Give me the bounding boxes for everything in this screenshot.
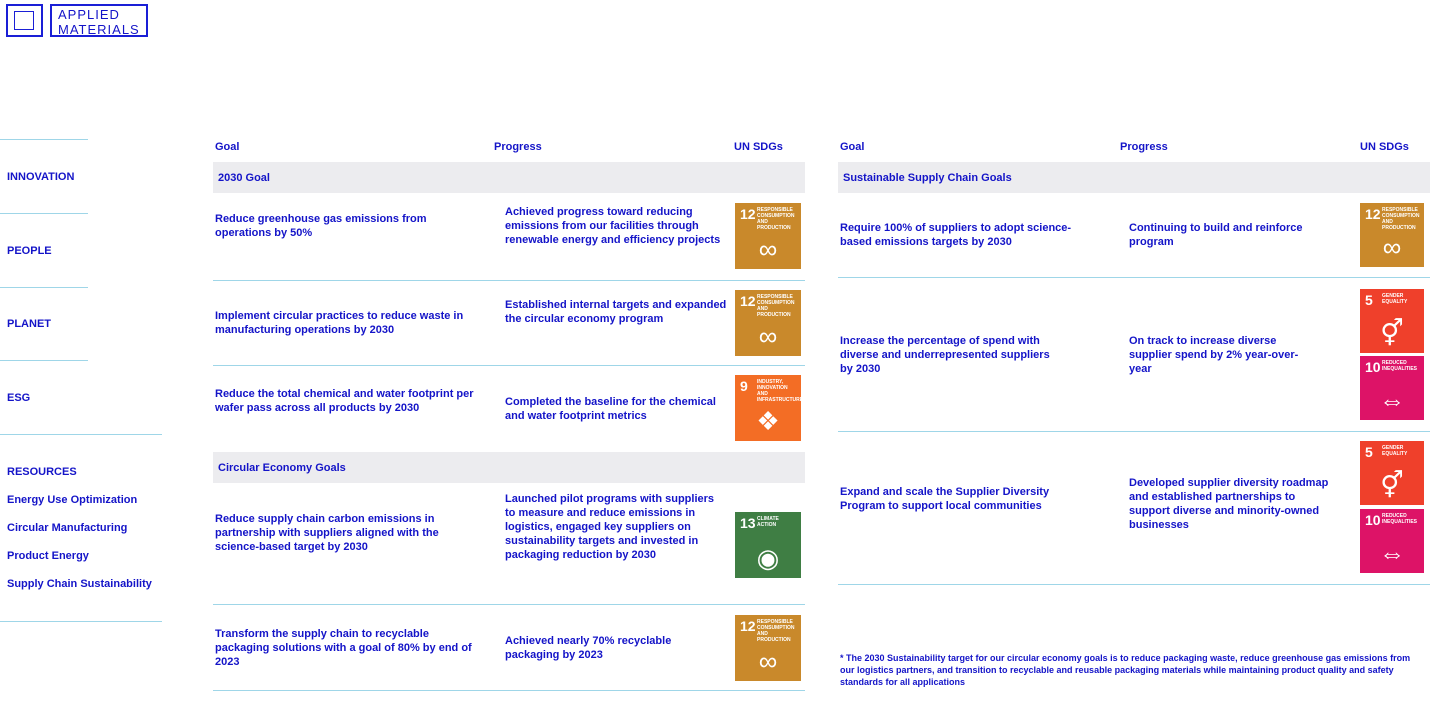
left-header-progress: Progress <box>494 141 542 153</box>
left-section-label: Circular Economy Goals <box>218 462 346 474</box>
right-header-goal: Goal <box>840 141 865 153</box>
left-row-divider <box>213 280 805 281</box>
right-row-divider <box>838 431 1430 432</box>
equality-icon: ⇔ <box>1379 538 1405 568</box>
infinity-icon: ∞ <box>758 321 778 351</box>
left-row-progress: Established internal targets and expande… <box>505 299 727 325</box>
left-row-progress: Completed the baseline for the chemical … <box>505 396 716 422</box>
right-header-progress: Progress <box>1120 141 1168 153</box>
sdg-tile-13: 13 Climate action ◉ <box>735 512 801 578</box>
sidebar-item-planet[interactable]: PLANET <box>7 318 51 330</box>
sidebar-subitem-product-energy[interactable]: Product Energy <box>7 550 89 562</box>
right-row-progress: On track to increase diverse supplier sp… <box>1129 335 1299 375</box>
gender-icon: ⚥ <box>1380 318 1404 348</box>
logo-wordmark[interactable]: APPLIED MATERIALS <box>50 4 148 37</box>
sidebar-divider <box>0 287 88 288</box>
right-row-divider <box>838 584 1430 585</box>
sdg-tile-12: 12 Responsible consumption and productio… <box>735 203 801 269</box>
sdg-tile-12: 12 Responsible consumption and productio… <box>1360 203 1424 267</box>
right-row-goal: Increase the percentage of spend with di… <box>840 335 1050 375</box>
left-row-progress: Achieved progress toward reducing emissi… <box>505 206 721 246</box>
right-row-goal: Expand and scale the Supplier Diversity … <box>840 486 1050 512</box>
equality-icon: ⇔ <box>1379 385 1405 415</box>
left-row-goal: Reduce supply chain carbon emissions in … <box>215 513 439 553</box>
infinity-icon: ∞ <box>1382 232 1402 262</box>
left-row-goal: Implement circular practices to reduce w… <box>215 310 464 336</box>
sidebar-divider <box>0 360 88 361</box>
sidebar-item-people[interactable]: PEOPLE <box>7 245 52 257</box>
logo-inner-square <box>14 11 34 30</box>
sidebar-subitem-supply-chain[interactable]: Supply Chain Sustainability <box>7 578 152 590</box>
sdg-tile-10: 10 Reduced inequalities ⇔ <box>1360 509 1424 573</box>
left-section-band <box>213 162 805 193</box>
sidebar-item-innovation[interactable]: INNOVATION <box>7 171 74 183</box>
left-row-divider <box>213 690 805 691</box>
left-row-progress: Achieved nearly 70% recyclable packaging… <box>505 635 672 661</box>
logo-mark[interactable] <box>6 4 43 37</box>
sidebar-subitem-circular[interactable]: Circular Manufacturing <box>7 522 127 534</box>
left-row-divider <box>213 365 805 366</box>
sdg-tile-9: 9 Industry, innovation and infrastructur… <box>735 375 801 441</box>
left-row-goal: Reduce the total chemical and water foot… <box>215 388 474 414</box>
sidebar-divider <box>0 213 88 214</box>
left-row-divider <box>213 604 805 605</box>
left-section-label: 2030 Goal <box>218 172 270 184</box>
sdg-tile-5: 5 Gender equality ⚥ <box>1360 289 1424 353</box>
sidebar-subitem-energy[interactable]: Energy Use Optimization <box>7 494 137 506</box>
sdg-tile-10: 10 Reduced inequalities ⇔ <box>1360 356 1424 420</box>
sidebar-item-esg[interactable]: ESG <box>7 392 30 404</box>
sidebar-divider <box>0 621 162 622</box>
cubes-icon: ❖ <box>756 406 780 436</box>
infinity-icon: ∞ <box>758 234 778 264</box>
sidebar-divider <box>0 139 88 140</box>
sdg-tile-5: 5 Gender equality ⚥ <box>1360 441 1424 505</box>
left-row-goal: Transform the supply chain to recyclable… <box>215 628 472 668</box>
right-section-label: Sustainable Supply Chain Goals <box>843 172 1012 184</box>
right-row-progress: Continuing to build and reinforce progra… <box>1129 222 1303 248</box>
right-row-divider <box>838 277 1430 278</box>
logo-text-line1: APPLIED <box>58 7 120 22</box>
footnote: * The 2030 Sustainability target for our… <box>840 653 1411 687</box>
logo-text-line2: MATERIALS <box>58 22 140 37</box>
left-row-progress: Launched pilot programs with suppliers t… <box>505 493 715 561</box>
sidebar-divider <box>0 434 162 435</box>
right-row-goal: Require 100% of suppliers to adopt scien… <box>840 222 1072 248</box>
left-header-sdg: UN SDGs <box>734 141 783 153</box>
eye-icon: ◉ <box>756 543 780 573</box>
left-header-goal: Goal <box>215 141 240 153</box>
right-header-sdg: UN SDGs <box>1360 141 1409 153</box>
sdg-tile-12: 12 Responsible consumption and productio… <box>735 290 801 356</box>
right-row-progress: Developed supplier diversity roadmap and… <box>1129 477 1329 531</box>
sidebar-item-resources[interactable]: RESOURCES <box>7 466 77 478</box>
infinity-icon: ∞ <box>758 646 778 676</box>
sdg-tile-12: 12 Responsible consumption and productio… <box>735 615 801 681</box>
left-row-goal: Reduce greenhouse gas emissions from ope… <box>215 213 427 239</box>
gender-icon: ⚥ <box>1380 470 1404 500</box>
